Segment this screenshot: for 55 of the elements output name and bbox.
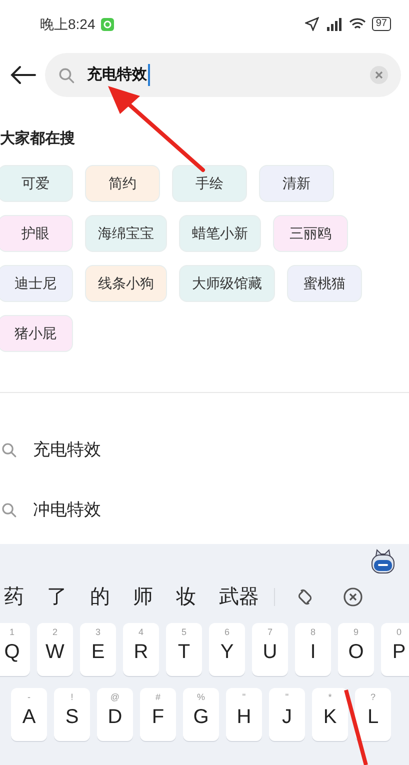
keyboard-key[interactable]: 6 Y [209, 622, 245, 676]
tag-chip[interactable]: 迪士尼 [0, 264, 73, 302]
wifi-icon [348, 17, 366, 31]
keyboard-key[interactable]: 1 Q [0, 622, 30, 676]
back-arrow-icon[interactable] [10, 65, 36, 85]
section-title: 大家都在搜 [0, 129, 76, 149]
keyboard-key[interactable]: ! S [54, 688, 90, 740]
close-icon[interactable] [343, 586, 363, 606]
keyboard-key[interactable]: 8 I [295, 622, 331, 676]
tag-chip[interactable]: 可爱 [0, 164, 73, 202]
tag-chip[interactable]: 蜜桃猫 [287, 264, 362, 302]
location-icon [304, 17, 319, 31]
keyboard-key[interactable]: 9 O [338, 622, 374, 676]
keyboard-key[interactable]: - A [11, 688, 47, 740]
candidate-word[interactable]: 了 [47, 582, 67, 612]
keyboard-key[interactable]: 5 T [166, 622, 202, 676]
search-icon [58, 66, 75, 84]
signal-icon [324, 17, 343, 31]
keyboard-key[interactable]: @ D [97, 688, 133, 740]
keyboard-key[interactable]: * K [312, 688, 348, 740]
candidate-word[interactable]: 师 [133, 582, 153, 612]
candidate-word[interactable]: 妆 [176, 582, 196, 612]
keyboard-key[interactable]: % G [183, 688, 219, 740]
keyboard-key[interactable]: 0 P [381, 622, 409, 676]
tag-chip[interactable]: 清新 [259, 164, 334, 202]
clear-icon[interactable] [370, 66, 388, 84]
keyboard-key[interactable]: " J [269, 688, 305, 740]
keyboard-key[interactable]: 3 E [80, 622, 116, 676]
tag-chip[interactable]: 三丽鸥 [273, 214, 348, 252]
keyboard-key[interactable]: " H [226, 688, 262, 740]
suggestion-item[interactable]: 充电特效 [33, 436, 101, 462]
tag-chip[interactable]: 线条小狗 [85, 264, 167, 302]
tag-chip[interactable]: 手绘 [172, 164, 247, 202]
tag-chip[interactable]: 护眼 [0, 214, 73, 252]
tag-chip[interactable]: 蜡笔小新 [179, 214, 261, 252]
tag-chip[interactable]: 海绵宝宝 [85, 214, 167, 252]
mascot-icon[interactable] [371, 548, 395, 574]
search-icon [1, 442, 17, 458]
tag-chip[interactable]: 大师级馆藏 [179, 264, 275, 302]
keyboard-key[interactable]: ? L [355, 688, 391, 740]
keyboard-key[interactable]: 7 U [252, 622, 288, 676]
battery-indicator: 97 [372, 17, 391, 31]
search-field[interactable]: 充电特效 [45, 53, 401, 97]
status-time: 晚上8:24 [40, 14, 96, 34]
search-icon [1, 502, 17, 518]
notification-icon [101, 18, 114, 30]
candidate-word[interactable]: 药 [4, 582, 24, 612]
tag-chip[interactable]: 猪小屁 [0, 314, 73, 352]
suggestion-item[interactable]: 冲电特效 [33, 496, 101, 522]
candidate-word[interactable]: 武器 [219, 582, 259, 612]
keyboard-key[interactable]: # F [140, 688, 176, 740]
keyboard-key[interactable]: 4 R [123, 622, 159, 676]
candidate-word[interactable]: 的 [90, 582, 110, 612]
tag-chip[interactable]: 简约 [85, 164, 160, 202]
keyboard-key[interactable]: 2 W [37, 622, 73, 676]
